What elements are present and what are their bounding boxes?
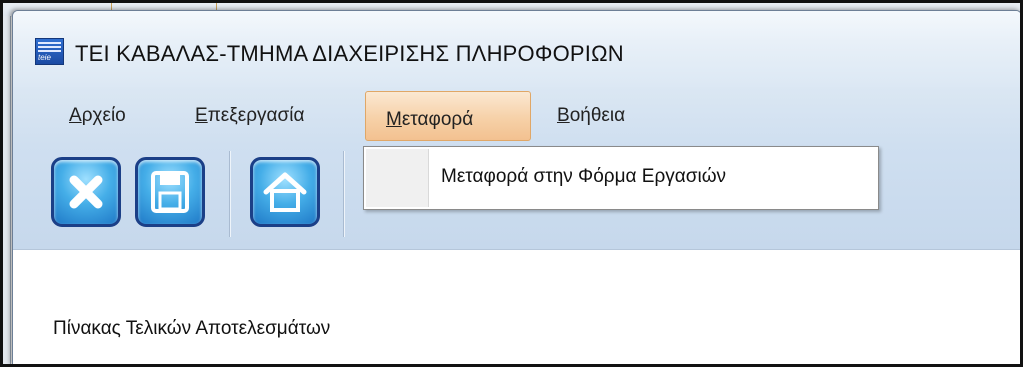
menu-edit[interactable]: Επεξεργασία [195,105,304,127]
save-icon [151,171,189,213]
menu-item-transfer-to-work-form[interactable]: Μεταφορά στην Φόρμα Εργασιών [441,166,726,188]
menu-transfer[interactable]: Μεταφορά [365,91,531,141]
transfer-dropdown-menu: Μεταφορά στην Φόρμα Εργασιών [363,146,879,210]
results-table-label: Πίνακας Τελικών Αποτελεσμάτων [53,318,331,339]
close-icon [69,175,103,209]
window-title: ΤΕΙ ΚΑΒΑΛΑΣ-ΤΜΗΜΑ ΔΙΑΧΕΙΡΙΣΗΣ ΠΛΗΡΟΦΟΡΙΩ… [75,41,624,66]
home-button[interactable] [250,157,320,227]
title-bar: teie ΤΕΙ ΚΑΒΑΛΑΣ-ΤΜΗΜΑ ΔΙΑΧΕΙΡΙΣΗΣ ΠΛΗΡΟ… [13,11,1021,87]
background-window-edge [3,16,11,364]
menu-help[interactable]: Βοήθεια [557,105,625,127]
application-window: teie ΤΕΙ ΚΑΒΑΛΑΣ-ΤΜΗΜΑ ΔΙΑΧΕΙΡΙΣΗΣ ΠΛΗΡΟ… [12,10,1022,366]
toolbar-separator [343,151,344,237]
menu-file[interactable]: Αρχείο [69,105,126,127]
menu-icon-gutter [366,149,429,207]
app-logo-icon: teie [35,38,64,65]
toolbar-separator [229,151,230,237]
home-icon [263,172,307,212]
save-button[interactable] [135,157,205,227]
close-button[interactable] [51,157,121,227]
